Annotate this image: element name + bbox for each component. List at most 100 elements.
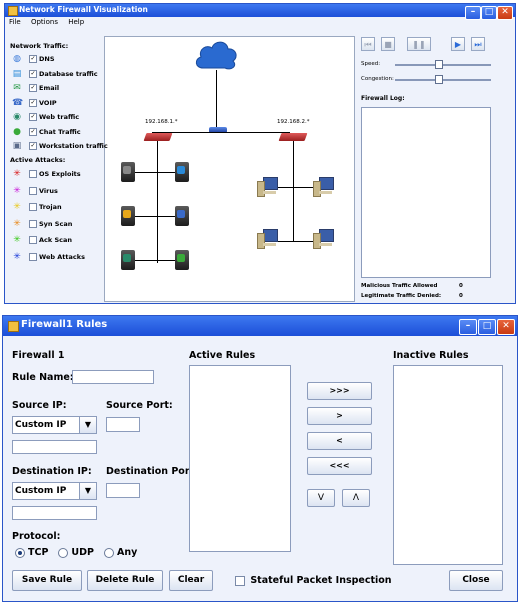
protocol-radio-any[interactable]: Any bbox=[103, 547, 137, 558]
source-port-label: Source Port: bbox=[106, 400, 173, 411]
right-router-label: 192.168.2.* bbox=[277, 119, 310, 125]
network-canvas[interactable]: 192.168.1.* 192.168.2.* bbox=[104, 36, 355, 302]
chevron-down-icon[interactable]: ▼ bbox=[79, 483, 96, 499]
bug-icon: ✳ bbox=[13, 202, 21, 212]
destination-ip-select[interactable]: Custom IP ▼ bbox=[12, 482, 97, 500]
bug-icon: ✳ bbox=[13, 251, 21, 262]
move-right-button[interactable]: > bbox=[307, 407, 372, 425]
right-router-icon[interactable] bbox=[278, 133, 308, 141]
move-all-right-button[interactable]: >>> bbox=[307, 382, 372, 400]
traffic-checkbox-dns[interactable]: ✓ DNS bbox=[29, 54, 55, 64]
rules-window-title: Firewall1 Rules bbox=[21, 319, 108, 330]
traffic-checkbox-voip[interactable]: ✓ VOIP bbox=[29, 98, 57, 108]
attack-checkbox-virus[interactable]: Virus bbox=[29, 186, 58, 196]
traffic-checkbox-email[interactable]: ✓ Email bbox=[29, 83, 59, 93]
source-ip-input[interactable] bbox=[12, 440, 97, 454]
move-left-button[interactable]: < bbox=[307, 432, 372, 450]
inactive-rules-label: Inactive Rules bbox=[393, 350, 469, 361]
window-title: Network Firewall Visualization bbox=[19, 5, 148, 14]
attack-checkbox-ack-scan[interactable]: Ack Scan bbox=[29, 235, 72, 245]
checkbox-icon[interactable] bbox=[235, 575, 245, 586]
save-rule-button[interactable]: Save Rule bbox=[12, 570, 82, 591]
checkbox-icon[interactable]: ✓ bbox=[29, 55, 37, 63]
web-server-icon[interactable] bbox=[121, 250, 135, 270]
left-router-icon[interactable] bbox=[143, 133, 173, 141]
inactive-rules-list[interactable] bbox=[393, 365, 503, 565]
move-all-left-button[interactable]: <<< bbox=[307, 457, 372, 475]
database-server-icon[interactable] bbox=[175, 162, 189, 182]
workstation-icon[interactable] bbox=[313, 177, 334, 197]
source-port-input[interactable] bbox=[106, 417, 140, 432]
attack-checkbox-trojan[interactable]: Trojan bbox=[29, 202, 62, 212]
checkbox-icon[interactable] bbox=[29, 219, 37, 228]
skip-forward-button[interactable]: ⏭ bbox=[471, 37, 485, 51]
chevron-down-icon[interactable]: ▼ bbox=[79, 417, 96, 433]
congestion-slider-knob[interactable] bbox=[435, 75, 444, 84]
dns-server-icon[interactable] bbox=[121, 162, 135, 182]
chat-server-icon[interactable] bbox=[175, 250, 189, 270]
speed-slider-knob[interactable] bbox=[435, 60, 444, 69]
checkbox-icon[interactable]: ✓ bbox=[29, 127, 37, 136]
traffic-checkbox-chat-traffic[interactable]: ✓ Chat Traffic bbox=[29, 127, 81, 137]
destination-ip-input[interactable] bbox=[12, 506, 97, 520]
move-down-button[interactable]: V bbox=[307, 489, 335, 507]
workstation-icon[interactable] bbox=[257, 229, 278, 249]
stateful-inspection-checkbox[interactable]: Stateful Packet Inspection bbox=[235, 575, 392, 586]
firewall-name: Firewall 1 bbox=[12, 350, 65, 361]
firewall-log-area[interactable] bbox=[361, 107, 491, 278]
email-server-icon[interactable] bbox=[121, 206, 135, 226]
delete-rule-button[interactable]: Delete Rule bbox=[87, 570, 163, 591]
radio-icon[interactable] bbox=[103, 547, 114, 558]
playback-controls: ⏮ ■ ❚❚ ▶ ⏭ bbox=[361, 37, 501, 51]
bug-icon: ✳ bbox=[13, 169, 21, 179]
radio-icon[interactable] bbox=[58, 547, 69, 558]
attack-checkbox-os-exploits[interactable]: OS Exploits bbox=[29, 169, 81, 179]
workstation-icon[interactable] bbox=[313, 229, 334, 249]
checkbox-icon[interactable]: ✓ bbox=[29, 98, 37, 107]
maximize-button[interactable]: □ bbox=[478, 319, 496, 335]
protocol-radio-tcp[interactable]: TCP bbox=[15, 547, 48, 558]
rule-name-input[interactable] bbox=[72, 370, 154, 384]
destination-port-input[interactable] bbox=[106, 483, 140, 498]
radio-icon[interactable] bbox=[15, 547, 25, 558]
title-bar[interactable]: Network Firewall Visualization – □ ✕ bbox=[5, 4, 515, 20]
minimize-button[interactable]: – bbox=[459, 319, 477, 335]
checkbox-icon[interactable] bbox=[29, 170, 37, 178]
protocol-radio-udp[interactable]: UDP bbox=[58, 547, 94, 558]
traffic-checkbox-workstation-traffic[interactable]: ✓ Workstation traffic bbox=[29, 141, 108, 151]
pause-button[interactable]: ❚❚ bbox=[407, 37, 431, 51]
checkbox-icon[interactable]: ✓ bbox=[29, 142, 37, 150]
right-trunk-line bbox=[293, 141, 294, 241]
menu-file[interactable]: File bbox=[9, 18, 21, 26]
checkbox-icon[interactable] bbox=[29, 252, 37, 261]
stateful-inspection-label: Stateful Packet Inspection bbox=[250, 575, 392, 586]
checkbox-icon[interactable]: ✓ bbox=[29, 69, 37, 78]
source-ip-select[interactable]: Custom IP ▼ bbox=[12, 416, 97, 434]
checkbox-icon[interactable] bbox=[29, 186, 37, 195]
play-button[interactable]: ▶ bbox=[451, 37, 465, 51]
checkbox-icon[interactable] bbox=[29, 203, 37, 211]
close-button[interactable]: Close bbox=[449, 570, 503, 591]
attack-label: Virus bbox=[39, 186, 58, 195]
traffic-checkbox-web-traffic[interactable]: ✓ Web traffic bbox=[29, 112, 79, 122]
move-up-button[interactable]: Λ bbox=[342, 489, 370, 507]
active-rules-list[interactable] bbox=[189, 365, 291, 552]
traffic-checkbox-database-traffic[interactable]: ✓ Database traffic bbox=[29, 69, 98, 79]
clear-button[interactable]: Clear bbox=[169, 570, 213, 591]
menu-help[interactable]: Help bbox=[68, 18, 84, 26]
checkbox-icon[interactable] bbox=[29, 236, 37, 244]
checkbox-icon[interactable]: ✓ bbox=[29, 84, 37, 92]
close-icon[interactable]: ✕ bbox=[497, 319, 515, 335]
skip-back-button[interactable]: ⏮ bbox=[361, 37, 375, 51]
app-icon bbox=[8, 321, 19, 332]
attack-checkbox-syn-scan[interactable]: Syn Scan bbox=[29, 219, 72, 229]
menu-options[interactable]: Options bbox=[31, 18, 58, 26]
phone-icon: ☎ bbox=[12, 97, 24, 108]
checkbox-icon[interactable]: ✓ bbox=[29, 113, 37, 121]
workstation-icon[interactable] bbox=[257, 177, 278, 197]
voip-server-icon[interactable] bbox=[175, 206, 189, 226]
network-traffic-header: Network Traffic: bbox=[10, 42, 69, 50]
stop-button[interactable]: ■ bbox=[381, 37, 395, 51]
attack-checkbox-web-attacks[interactable]: Web Attacks bbox=[29, 252, 85, 262]
rules-title-bar[interactable]: Firewall1 Rules – □ ✕ bbox=[3, 316, 517, 336]
